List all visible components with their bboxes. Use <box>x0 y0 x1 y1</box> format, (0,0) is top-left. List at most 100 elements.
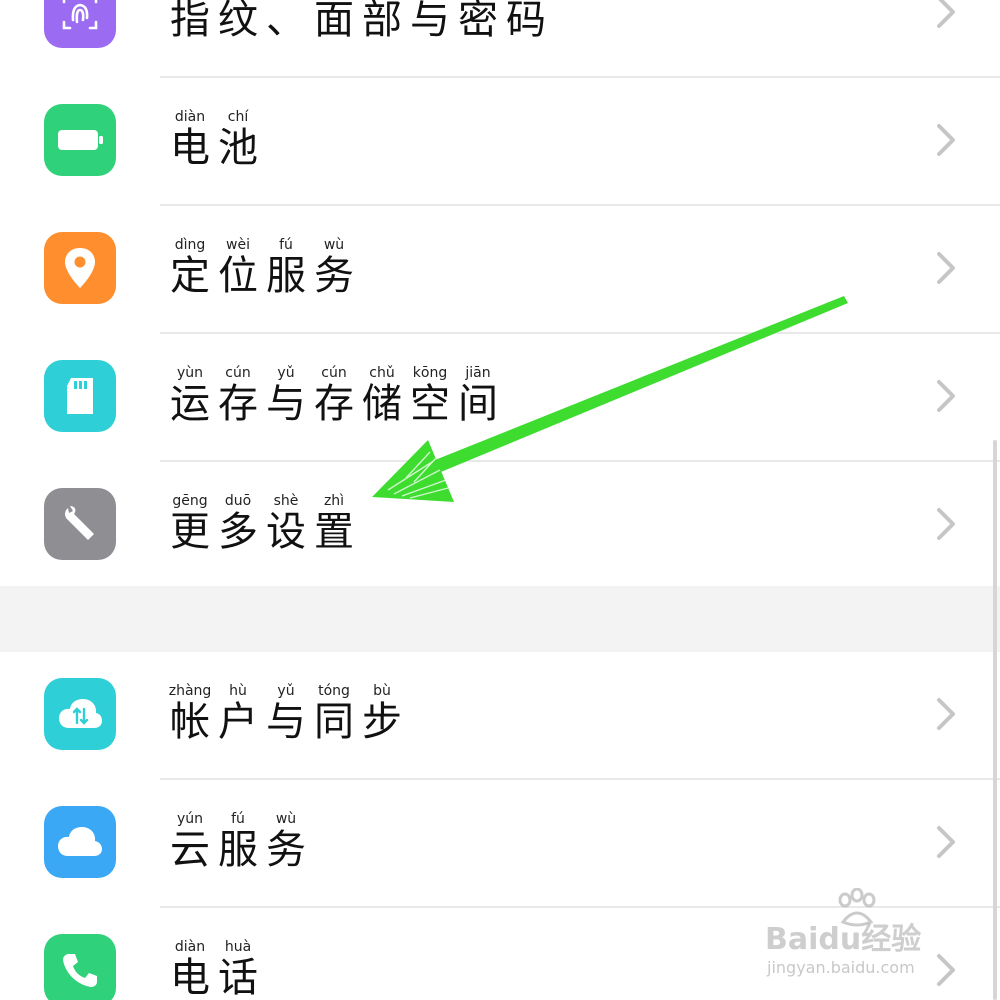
label-character: fú 服 <box>214 810 262 872</box>
pinyin: shè <box>273 493 299 509</box>
battery-icon <box>44 104 116 176</box>
hanzi: 池 <box>218 125 258 171</box>
pinyin: zhàng <box>168 683 212 699</box>
hanzi: 置 <box>314 509 354 555</box>
settings-group-1: 指纹、面部与密码 diàn 电 chí 池 dìng 定 wèi 位 fú 服 wù 务 yùn 运 cún 存… <box>0 0 1000 590</box>
hanzi: 更 <box>170 509 210 555</box>
pinyin: fú <box>279 237 293 253</box>
settings-item-label: diàn 电 chí 池 <box>166 108 262 170</box>
label-character: cún 存 <box>310 364 358 426</box>
pinyin: wù <box>275 811 297 827</box>
hanzi: 服 <box>218 827 258 873</box>
chevron-right-icon <box>937 698 955 730</box>
hanzi: 码 <box>506 0 546 43</box>
hanzi: 、 <box>266 0 306 43</box>
hanzi: 部 <box>362 0 402 43</box>
label-character: gēng 更 <box>166 492 214 554</box>
hanzi: 服 <box>266 253 306 299</box>
phone-icon <box>44 934 116 1000</box>
label-character: 、 <box>262 0 310 42</box>
settings-item-location[interactable]: dìng 定 wèi 位 fú 服 wù 务 <box>0 206 1000 334</box>
label-character: 部 <box>358 0 406 42</box>
hanzi: 户 <box>218 699 258 745</box>
label-character: 密 <box>454 0 502 42</box>
label-character: shè 设 <box>262 492 310 554</box>
pinyin: cún <box>321 365 347 381</box>
watermark-logo-text: Baidu经验 <box>765 922 922 957</box>
label-character: 面 <box>310 0 358 42</box>
hanzi: 设 <box>266 509 306 555</box>
hanzi: 云 <box>170 827 210 873</box>
settings-item-fingerprint[interactable]: 指纹、面部与密码 <box>0 0 1000 78</box>
hanzi: 步 <box>362 699 402 745</box>
fingerprint-icon <box>44 0 116 48</box>
label-character: chǔ 储 <box>358 364 406 426</box>
hanzi: 多 <box>218 509 258 555</box>
pinyin: yùn <box>176 365 204 381</box>
pinyin: wù <box>323 237 345 253</box>
settings-item-label: 指纹、面部与密码 <box>166 0 550 42</box>
pinyin: chǔ <box>369 365 395 381</box>
settings-item-account[interactable]: zhàng 帐 hù 户 yǔ 与 tóng 同 bù 步 <box>0 652 1000 780</box>
label-character: hù 户 <box>214 682 262 744</box>
group-separator <box>0 586 1000 652</box>
label-character: diàn 电 <box>166 108 214 170</box>
settings-item-storage[interactable]: yùn 运 cún 存 yǔ 与 cún 存 chǔ 储 kōng 空 jiān 间 <box>0 334 1000 462</box>
hanzi: 面 <box>314 0 354 43</box>
label-character: fú 服 <box>262 236 310 298</box>
pinyin: yún <box>176 811 204 827</box>
chevron-right-icon <box>937 826 955 858</box>
label-character: yún 云 <box>166 810 214 872</box>
settings-item-label: gēng 更 duō 多 shè 设 zhì 置 <box>166 492 358 554</box>
cloud-icon <box>44 806 116 878</box>
label-character: zhì 置 <box>310 492 358 554</box>
hanzi: 话 <box>218 955 258 1000</box>
hanzi: 电 <box>170 125 210 171</box>
label-character: yǔ 与 <box>262 682 310 744</box>
label-character: 码 <box>502 0 550 42</box>
label-character: wèi 位 <box>214 236 262 298</box>
label-character: dìng 定 <box>166 236 214 298</box>
label-character: jiān 间 <box>454 364 502 426</box>
label-character: kōng 空 <box>406 364 454 426</box>
pinyin: yǔ <box>277 683 295 699</box>
pinyin: bù <box>373 683 391 699</box>
hanzi: 指 <box>170 0 210 43</box>
pinyin: diàn <box>174 109 206 125</box>
hanzi: 存 <box>218 381 258 427</box>
pinyin: cún <box>225 365 251 381</box>
hanzi: 间 <box>458 381 498 427</box>
pinyin: yǔ <box>277 365 295 381</box>
settings-item-more[interactable]: gēng 更 duō 多 shè 设 zhì 置 <box>0 462 1000 590</box>
hanzi: 定 <box>170 253 210 299</box>
hanzi: 与 <box>410 0 450 43</box>
hanzi: 帐 <box>170 699 210 745</box>
hanzi: 同 <box>314 699 354 745</box>
pinyin: diàn <box>174 939 206 955</box>
pinyin: jiān <box>465 365 491 381</box>
label-character: cún 存 <box>214 364 262 426</box>
hanzi: 与 <box>266 381 306 427</box>
pinyin: kōng <box>412 365 448 381</box>
label-character: wù 务 <box>310 236 358 298</box>
settings-item-battery[interactable]: diàn 电 chí 池 <box>0 78 1000 206</box>
chevron-right-icon <box>937 124 955 156</box>
label-character: wù 务 <box>262 810 310 872</box>
pinyin: dìng <box>174 237 206 253</box>
label-character: chí 池 <box>214 108 262 170</box>
baidu-watermark: Baidu经验 jingyan.baidu.com <box>765 888 955 988</box>
settings-item-label: yún 云 fú 服 wù 务 <box>166 810 310 872</box>
scrollbar[interactable] <box>993 440 997 1000</box>
hanzi: 电 <box>170 955 210 1000</box>
hanzi: 密 <box>458 0 498 43</box>
chevron-right-icon <box>937 380 955 412</box>
hanzi: 务 <box>266 827 306 873</box>
pinyin: gēng <box>172 493 208 509</box>
sd-card-icon <box>44 360 116 432</box>
label-character: tóng 同 <box>310 682 358 744</box>
location-pin-icon <box>44 232 116 304</box>
chevron-right-icon <box>937 508 955 540</box>
cloud-sync-icon <box>44 678 116 750</box>
hanzi: 空 <box>410 381 450 427</box>
pinyin: wèi <box>226 237 250 253</box>
